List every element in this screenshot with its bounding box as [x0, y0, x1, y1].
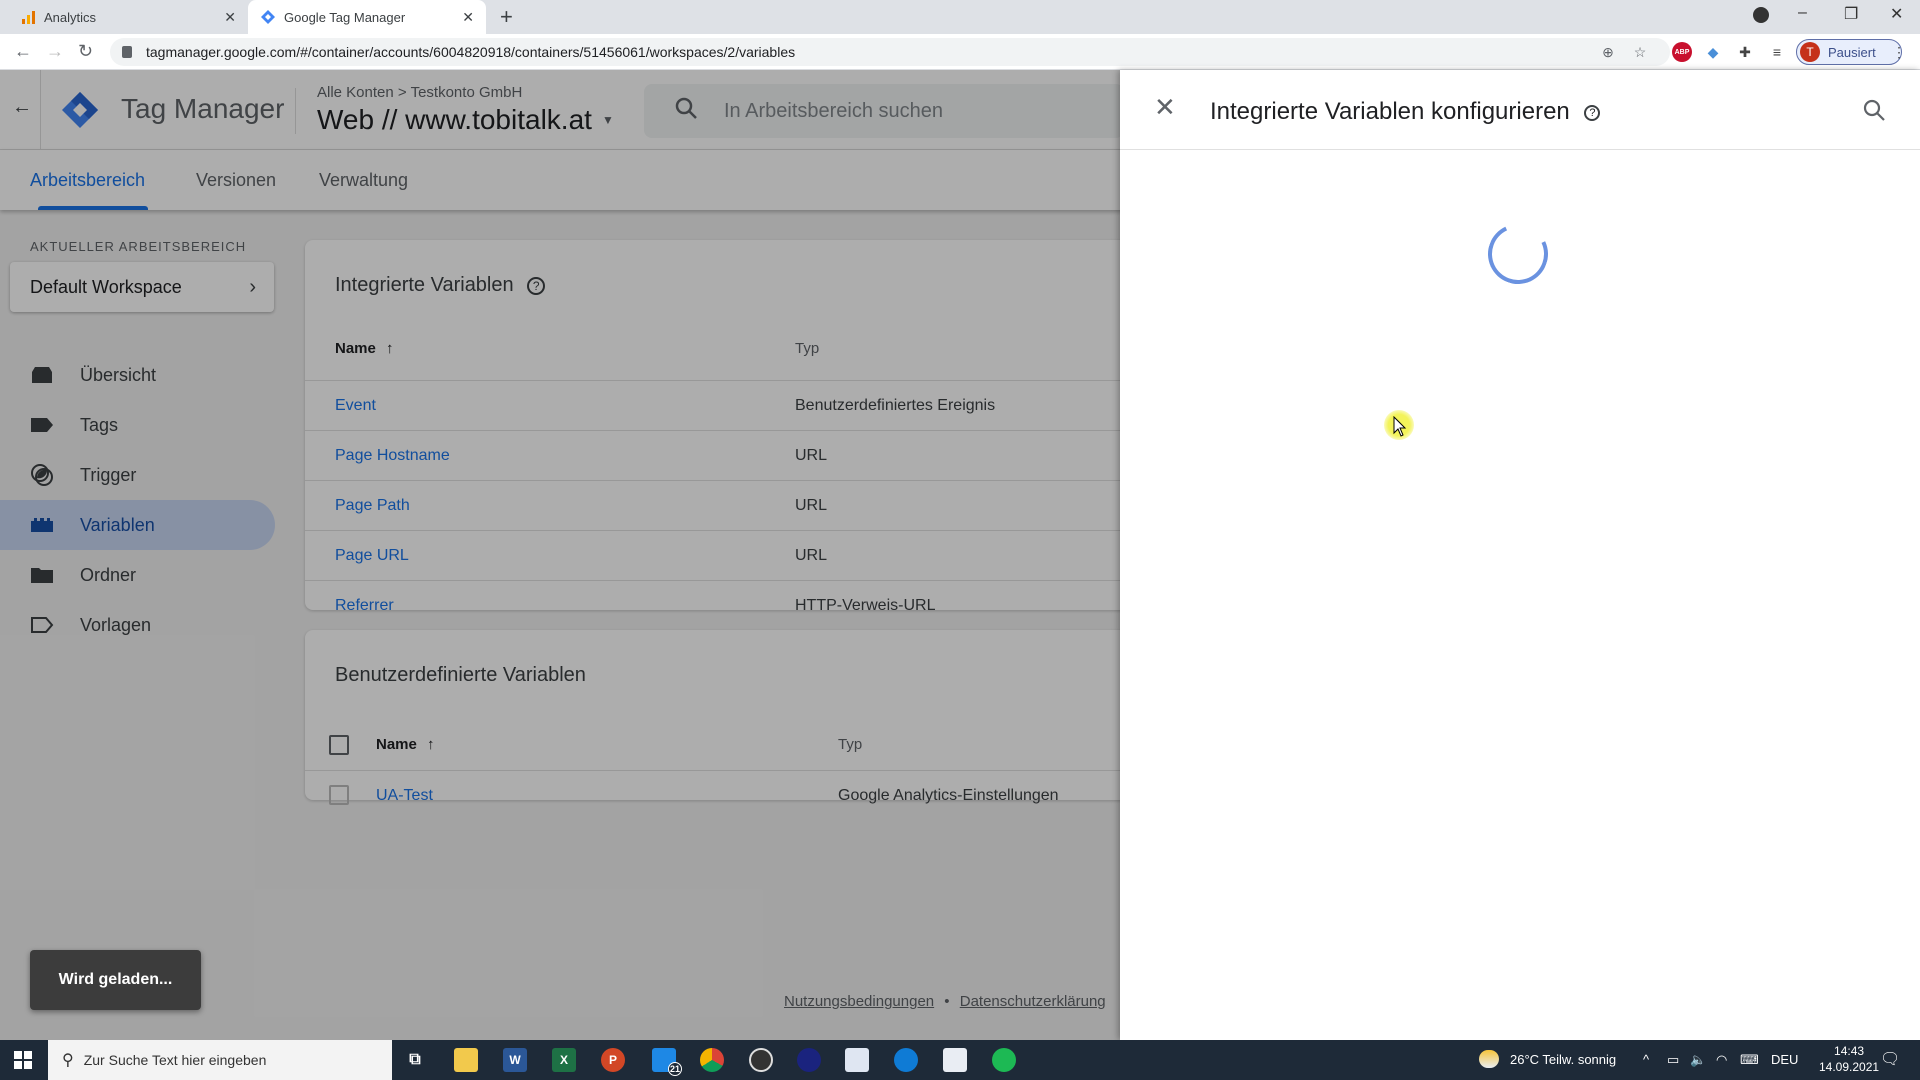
mail-badge: 21 [668, 1062, 682, 1076]
notifications-icon[interactable]: 🗨 [1880, 1049, 1900, 1069]
media-control-icon[interactable]: ≡ [1767, 42, 1787, 62]
search-icon[interactable] [1862, 98, 1886, 127]
notepad-icon[interactable] [943, 1048, 967, 1072]
restore-button[interactable]: ❐ [1844, 4, 1858, 24]
powerpoint-icon[interactable]: P [601, 1048, 625, 1072]
minimize-button[interactable]: – [1798, 4, 1807, 22]
profile-status: Pausiert [1828, 44, 1876, 60]
mouse-cursor-highlight [1384, 410, 1414, 440]
camera-icon[interactable]: ▭ [1667, 1052, 1679, 1068]
weather-text[interactable]: 26°C Teilw. sonnig [1510, 1052, 1616, 1067]
wifi-icon[interactable]: ◠ [1716, 1052, 1727, 1068]
taskbar-search-input[interactable]: ⚲ Zur Suche Text hier eingeben [48, 1040, 392, 1080]
panel-title: Integrierte Variablen konfigurieren ? [1210, 98, 1601, 126]
windows-start-icon[interactable] [14, 1051, 32, 1074]
mail-icon[interactable]: 21 [652, 1048, 682, 1076]
tab-label: Google Tag Manager [284, 9, 406, 25]
taskbar-search-placeholder: Zur Suche Text hier eingeben [83, 1052, 267, 1068]
panel-title-text: Integrierte Variablen konfigurieren [1210, 98, 1570, 125]
task-view-icon[interactable]: ⧉ [403, 1048, 427, 1072]
reload-icon[interactable]: ↻ [78, 41, 93, 62]
clock[interactable]: 14:43 14.09.2021 [1819, 1043, 1879, 1075]
word-icon[interactable]: W [503, 1048, 527, 1072]
back-icon[interactable]: ← [14, 41, 32, 62]
language-indicator[interactable]: DEU [1771, 1052, 1798, 1067]
new-tab-button[interactable]: + [500, 4, 513, 30]
zoom-icon[interactable]: ⊕ [1598, 42, 1618, 62]
lock-icon [122, 46, 132, 58]
tab-analytics[interactable]: Analytics ✕ [8, 0, 248, 34]
paint-icon[interactable] [845, 1048, 869, 1072]
avatar: T [1800, 42, 1820, 62]
close-tab-icon[interactable]: ✕ [224, 9, 236, 26]
excel-icon[interactable]: X [552, 1048, 576, 1072]
volume-icon[interactable]: 🔈 [1690, 1052, 1706, 1068]
browser-menu-icon[interactable]: ⋮ [1889, 42, 1909, 62]
close-tab-icon[interactable]: ✕ [462, 9, 474, 26]
loading-toast: Wird geladen... [30, 950, 201, 1010]
clock-time: 14:43 [1834, 1044, 1865, 1058]
analytics-icon [20, 9, 36, 25]
address-bar-row: ← → ↻ tagmanager.google.com/#/container/… [0, 34, 1920, 70]
star-icon[interactable]: ☆ [1630, 42, 1650, 62]
adblock-icon[interactable]: ABP [1672, 42, 1692, 62]
tag-assistant-icon[interactable]: ◆ [1703, 42, 1723, 62]
extensions-puzzle-icon[interactable]: ✚ [1735, 42, 1755, 62]
url-input[interactable]: tagmanager.google.com/#/container/accoun… [110, 38, 1670, 66]
help-icon[interactable]: ? [1584, 104, 1601, 121]
url-text: tagmanager.google.com/#/container/accoun… [146, 44, 796, 60]
profile-button[interactable]: T Pausiert [1796, 39, 1902, 65]
profile-menu-icon[interactable] [1753, 7, 1769, 23]
configure-builtin-variables-panel: ✕ Integrierte Variablen konfigurieren ? [1120, 70, 1920, 1040]
close-icon[interactable]: ✕ [1154, 92, 1176, 123]
forward-icon[interactable]: → [46, 41, 64, 62]
file-explorer-icon[interactable] [454, 1048, 478, 1072]
search-icon: ⚲ [62, 1052, 74, 1069]
loading-spinner [1479, 215, 1557, 293]
keyboard-icon[interactable]: ⌨ [1740, 1052, 1759, 1068]
close-window-button[interactable]: ✕ [1890, 4, 1903, 24]
tab-gtm[interactable]: Google Tag Manager ✕ [248, 0, 486, 34]
app-icon[interactable] [797, 1048, 821, 1072]
browser-tab-bar: Analytics ✕ Google Tag Manager ✕ + – ❐ ✕ [0, 0, 1920, 34]
modal-scrim[interactable] [0, 70, 1120, 1040]
clock-date: 14.09.2021 [1819, 1060, 1880, 1074]
weather-icon [1479, 1050, 1499, 1068]
tab-label: Analytics [44, 9, 97, 25]
tray-overflow-icon[interactable]: ^ [1643, 1052, 1649, 1067]
edge-icon[interactable] [894, 1048, 918, 1072]
gtm-icon [260, 9, 276, 25]
chrome-icon[interactable] [700, 1048, 724, 1072]
panel-header: ✕ Integrierte Variablen konfigurieren ? [1120, 70, 1920, 150]
obs-icon[interactable] [749, 1048, 773, 1072]
spotify-icon[interactable] [992, 1048, 1016, 1072]
windows-taskbar: ⚲ Zur Suche Text hier eingeben ⧉ W X P 2… [0, 1040, 1920, 1080]
